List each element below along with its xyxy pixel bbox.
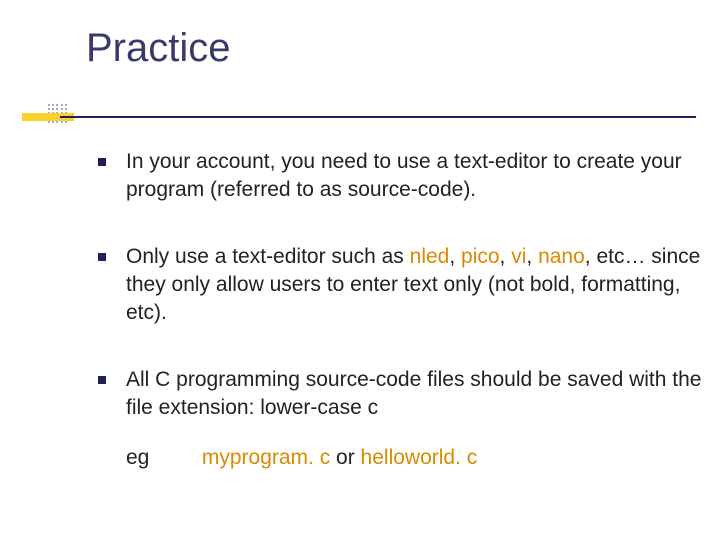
example-filename: myprogram. c <box>202 446 330 469</box>
editor-name: pico <box>461 245 500 268</box>
separator: , <box>500 245 512 268</box>
bullet-text: In your account, you need to use a text-… <box>126 150 682 201</box>
square-bullet-icon <box>98 376 106 384</box>
horizontal-rule-icon <box>60 116 696 118</box>
slide-title: Practice <box>86 26 231 71</box>
separator: , <box>526 245 538 268</box>
bullet-text-fragment: Only use a text-editor such as <box>126 245 410 268</box>
list-item: In your account, you need to use a text-… <box>98 148 710 205</box>
editor-name: nled <box>410 245 450 268</box>
editor-name: vi <box>511 245 526 268</box>
square-bullet-icon <box>98 158 106 166</box>
bullet-text: All C programming source-code files shou… <box>126 368 701 419</box>
title-divider <box>22 113 696 121</box>
list-item: Only use a text-editor such as nled, pic… <box>98 243 710 328</box>
slide: Practice In your account, you need to us… <box>0 0 720 540</box>
list-item: All C programming source-code files shou… <box>98 366 710 473</box>
separator: , <box>449 245 461 268</box>
square-bullet-icon <box>98 253 106 261</box>
bullet-list: In your account, you need to use a text-… <box>98 148 710 511</box>
example-label: eg <box>126 444 196 472</box>
example-filename: helloworld. c <box>361 446 478 469</box>
example-separator: or <box>330 446 360 469</box>
example-line: eg myprogram. c or helloworld. c <box>126 444 710 472</box>
editor-name: nano <box>538 245 585 268</box>
